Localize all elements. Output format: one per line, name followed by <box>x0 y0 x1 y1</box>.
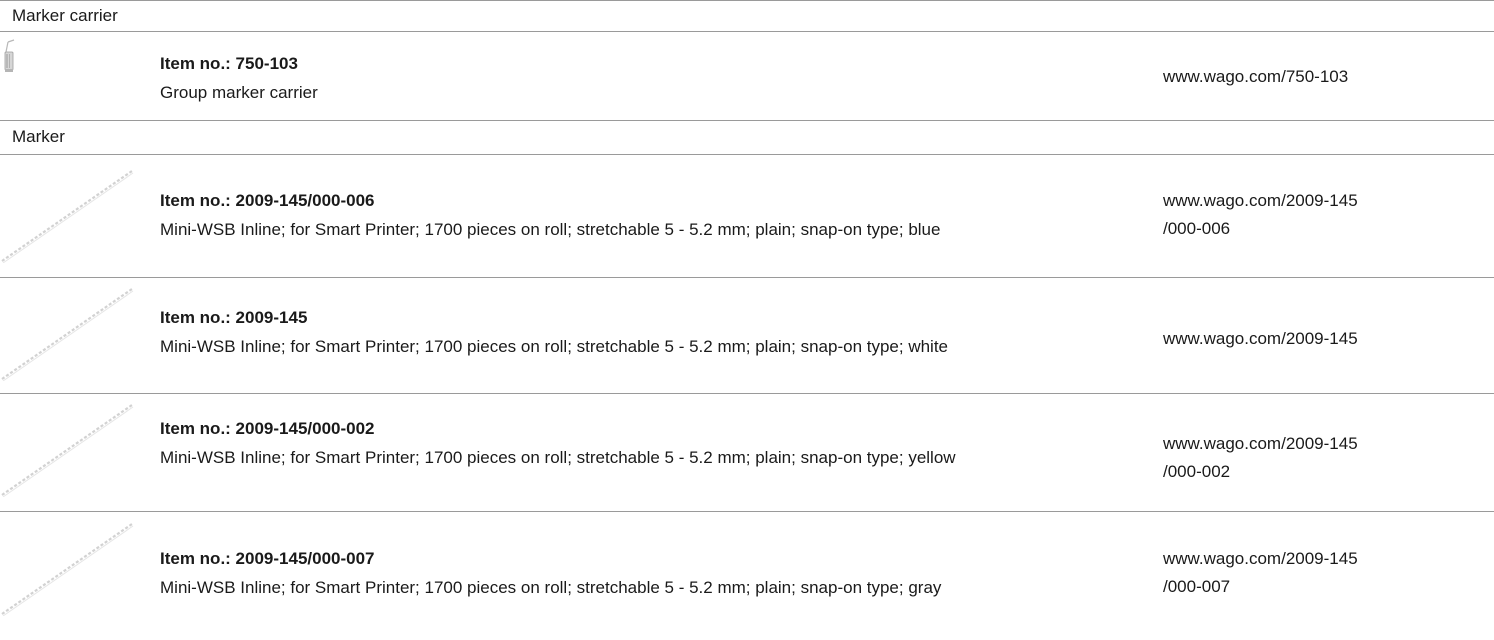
item-number: Item no.: 2009-145/000-002 <box>160 419 375 438</box>
marker-strip-icon <box>1 288 134 381</box>
product-link[interactable]: www.wago.com/2009-145 <box>1163 325 1483 353</box>
marker-strip-icon <box>1 404 134 497</box>
list-item: Item no.: 2009-145/000-002 Mini-WSB Inli… <box>0 394 1494 512</box>
item-description: Mini-WSB Inline; for Smart Printer; 1700… <box>160 578 942 597</box>
product-link-text: /000-007 <box>1163 577 1231 596</box>
product-link-text: www.wago.com/2009-145 <box>1163 329 1358 348</box>
list-item: Item no.: 2009-145 Mini-WSB Inline; for … <box>0 278 1494 394</box>
list-item: Item no.: 2009-145/000-006 Mini-WSB Inli… <box>0 155 1494 278</box>
product-link-text: www.wago.com/750-103 <box>1163 67 1349 86</box>
section-header-marker-carrier: Marker carrier <box>0 0 1494 32</box>
item-number: Item no.: 750-103 <box>160 54 298 73</box>
item-number: Item no.: 2009-145/000-006 <box>160 191 375 210</box>
list-item: Item no.: 2009-145/000-007 Mini-WSB Inli… <box>0 512 1494 640</box>
item-number: Item no.: 2009-145/000-007 <box>160 549 375 568</box>
item-description: Group marker carrier <box>160 83 318 102</box>
product-link-text: /000-006 <box>1163 219 1231 238</box>
item-description: Mini-WSB Inline; for Smart Printer; 1700… <box>160 337 949 356</box>
product-link-text: www.wago.com/2009-145 <box>1163 434 1358 453</box>
item-description: Mini-WSB Inline; for Smart Printer; 1700… <box>160 448 956 467</box>
marker-strip-icon <box>1 170 134 263</box>
product-link[interactable]: www.wago.com/2009-145 /000-002 <box>1163 430 1483 486</box>
item-description: Mini-WSB Inline; for Smart Printer; 1700… <box>160 220 941 239</box>
product-link-text: www.wago.com/2009-145 <box>1163 191 1358 210</box>
product-link-text: www.wago.com/2009-145 <box>1163 549 1358 568</box>
item-number: Item no.: 2009-145 <box>160 308 308 327</box>
product-link[interactable]: www.wago.com/2009-145 /000-006 <box>1163 187 1483 243</box>
product-accessory-list: Marker carrier Item no.: 750-103 Group m… <box>0 0 1494 640</box>
marker-strip-icon <box>1 523 134 616</box>
section-header-marker: Marker <box>0 121 1494 155</box>
marker-carrier-icon <box>4 39 15 72</box>
section-title: Marker <box>12 127 65 146</box>
product-link[interactable]: www.wago.com/2009-145 /000-007 <box>1163 545 1483 601</box>
product-link-text: /000-002 <box>1163 462 1231 481</box>
section-title: Marker carrier <box>12 6 118 25</box>
product-link[interactable]: www.wago.com/750-103 <box>1163 63 1483 91</box>
list-item: Item no.: 750-103 Group marker carrier w… <box>0 32 1494 121</box>
